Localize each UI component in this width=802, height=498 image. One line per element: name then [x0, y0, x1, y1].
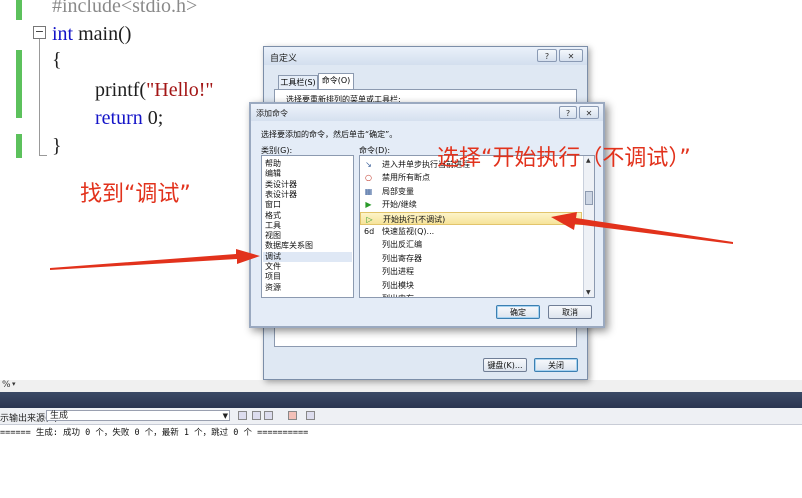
annotation-arrows — [50, 212, 733, 270]
arrow-to-debug-category — [50, 249, 260, 270]
arrow-to-start-command — [551, 212, 733, 244]
